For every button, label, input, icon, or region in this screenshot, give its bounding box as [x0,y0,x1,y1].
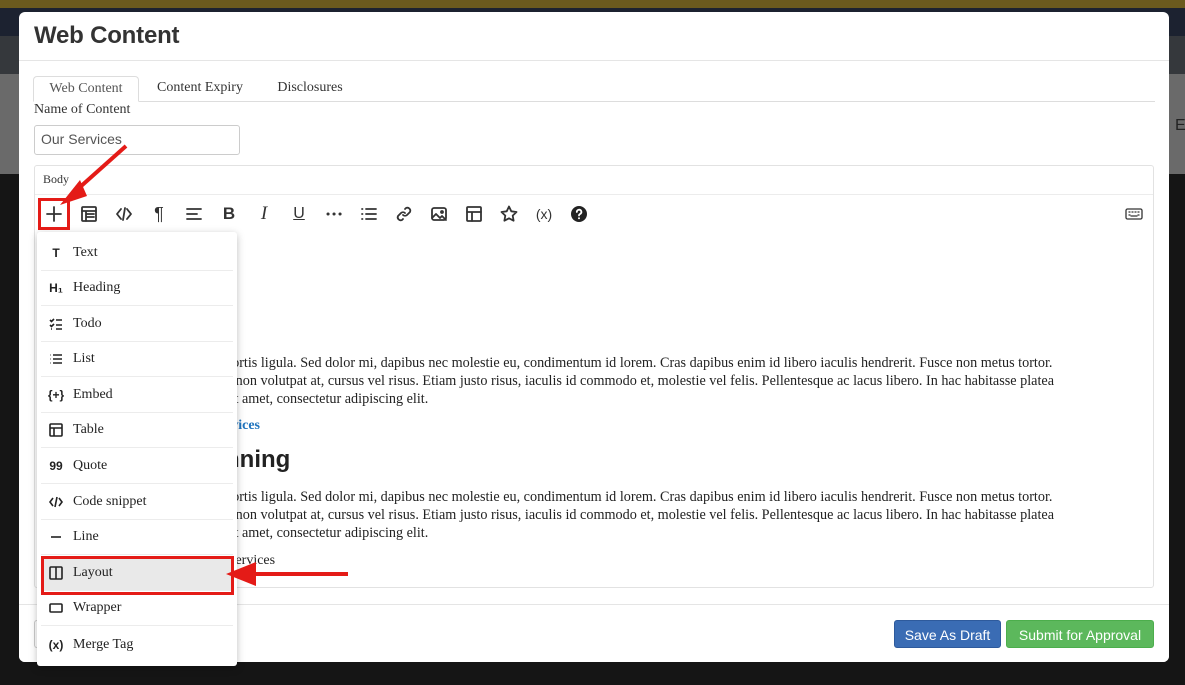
menu-item-quote[interactable]: 99 Quote [41,449,233,484]
table-icon[interactable] [460,200,488,228]
menu-item-code-snippet[interactable]: Code snippet [41,485,233,520]
annotation-box-layout [41,556,234,595]
keyboard-icon[interactable] [1120,200,1148,228]
tab-bar: Web Content Content Expiry Disclosures [33,76,1155,102]
embed-icon: {+} [47,388,65,402]
table-icon [41,423,71,437]
wrapper-icon [41,601,71,615]
list-icon[interactable] [355,200,383,228]
menu-item-text[interactable]: T Text [41,236,233,271]
menu-item-wrapper[interactable]: Wrapper [41,591,233,626]
help-icon[interactable] [565,200,593,228]
tab-web-content[interactable]: Web Content [33,76,139,102]
menu-item-todo[interactable]: Todo [41,307,233,342]
code-icon[interactable] [110,200,138,228]
menu-item-merge-tag[interactable]: (x) Merge Tag [41,627,233,662]
heading-icon: H₁ [49,281,63,295]
content-paragraph-1: bortis ligula. Sed dolor mi, dapibus nec… [225,355,1054,407]
tab-disclosures[interactable]: Disclosures [275,76,345,102]
insert-block-icon[interactable] [75,200,103,228]
line-icon [41,530,71,544]
star-icon[interactable] [495,200,523,228]
editor-divider [35,194,1153,195]
text-icon: T [52,246,60,260]
annotation-box-plus [38,198,70,230]
save-as-draft-button[interactable]: Save As Draft [894,620,1001,648]
insert-block-menu: T Text H₁ Heading Todo List {+} Embed Ta… [37,232,237,666]
image-icon[interactable] [425,200,453,228]
paragraph-icon[interactable]: ¶ [145,200,173,228]
submit-for-approval-button[interactable]: Submit for Approval [1006,620,1154,648]
merge-tag-icon[interactable]: (x) [530,200,558,228]
link-icon[interactable] [390,200,418,228]
quote-icon: 99 [49,459,63,473]
align-icon[interactable] [180,200,208,228]
editor-toolbar: ¶ B I U (x) [40,200,1150,228]
merge-tag-icon: (x) [48,637,64,652]
name-of-content-label: Name of Content [34,102,131,117]
modal-title: Web Content [34,22,180,49]
todo-icon [41,317,71,331]
italic-icon[interactable]: I [250,200,278,228]
bold-icon[interactable]: B [215,200,243,228]
background-text-fragment: E [1175,117,1185,134]
background-top-bar [0,0,1185,8]
tab-content-expiry[interactable]: Content Expiry [156,76,244,102]
body-label: Body [43,172,70,186]
menu-item-line[interactable]: Line [41,520,233,555]
menu-item-list[interactable]: List [41,342,233,377]
menu-item-table[interactable]: Table [41,413,233,448]
modal-header: Web Content [19,12,1169,61]
code-icon [41,495,71,509]
underline-icon[interactable]: U [285,200,313,228]
name-of-content-input[interactable]: Our Services [34,125,240,155]
content-paragraph-2: bortis ligula. Sed dolor mi, dapibus nec… [225,489,1054,541]
menu-item-heading[interactable]: H₁ Heading [41,271,233,306]
list-icon [41,352,71,366]
more-icon[interactable] [320,200,348,228]
menu-item-embed[interactable]: {+} Embed [41,378,233,413]
